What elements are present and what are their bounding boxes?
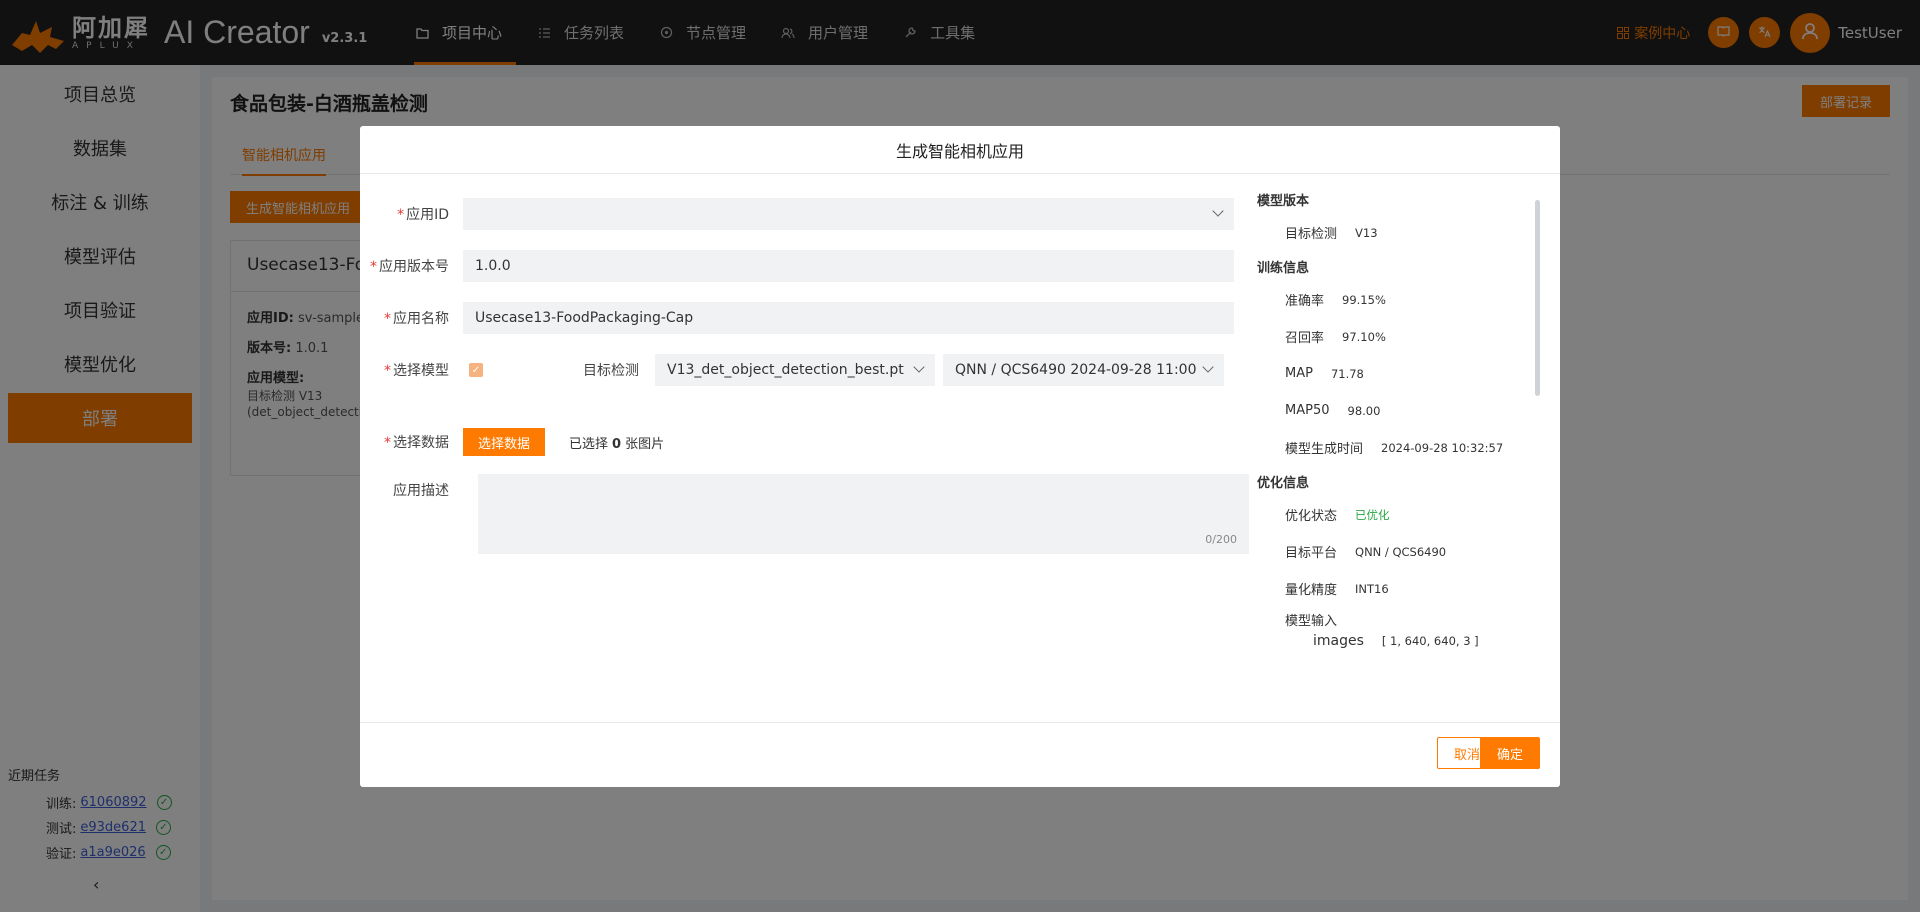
generate-app-dialog: 生成智能相机应用 * 应用ID * 应用版本号 1.0.0 * 应用名称 Usecas… bbox=[360, 126, 1560, 787]
info-row: MAP50 98.00 bbox=[1285, 403, 1381, 418]
selected-count-text: 已选择 0 张图片 bbox=[569, 436, 665, 452]
chevron-down-icon bbox=[913, 361, 925, 373]
chevron-down-icon bbox=[1202, 361, 1214, 373]
description-label: 应用描述 bbox=[393, 483, 449, 499]
app-id-label: * 应用ID bbox=[397, 207, 449, 223]
info-row: 目标平台 QNN / QCS6490 bbox=[1285, 544, 1447, 562]
app-name-label: * 应用名称 bbox=[384, 311, 449, 327]
app-name-input[interactable]: Usecase13-FoodPackaging-Cap bbox=[463, 302, 1234, 334]
info-row: 量化精度 INT16 bbox=[1285, 581, 1389, 599]
app-id-row: * 应用ID bbox=[360, 198, 1234, 230]
optimize-status: 已优化 bbox=[1355, 507, 1390, 522]
select-model-row: * 选择模型 ✓ 目标检测 V13_det_object_detection_be… bbox=[360, 354, 1224, 386]
selected-count: 0 bbox=[612, 436, 622, 452]
info-row: 目标检测 V13 bbox=[1285, 225, 1378, 243]
optimize-info-heading: 优化信息 bbox=[1257, 475, 1310, 491]
dialog-footer: 取消 确定 bbox=[360, 722, 1560, 787]
select-data-label: * 选择数据 bbox=[384, 435, 449, 451]
chevron-down-icon bbox=[1212, 205, 1224, 217]
info-row: MAP 71.78 bbox=[1285, 366, 1364, 381]
info-row: 准确率 99.15% bbox=[1285, 292, 1386, 310]
info-row: 召回率 97.10% bbox=[1285, 329, 1386, 347]
confirm-button[interactable]: 确定 bbox=[1480, 737, 1540, 769]
app-version-input[interactable]: 1.0.0 bbox=[463, 250, 1234, 282]
train-info-heading: 训练信息 bbox=[1257, 260, 1310, 276]
info-row: images[ 1, 640, 640, 3 ] bbox=[1313, 633, 1479, 649]
info-row: 模型生成时间 2024-09-28 10:32:57 bbox=[1285, 440, 1504, 458]
dialog-title: 生成智能相机应用 bbox=[360, 126, 1560, 174]
app-version-row: * 应用版本号 1.0.0 bbox=[360, 250, 1234, 282]
info-row: 优化状态 已优化 bbox=[1285, 507, 1390, 525]
task-type-label: 目标检测 bbox=[583, 363, 639, 379]
description-row: 应用描述 0/200 bbox=[360, 474, 1260, 554]
dialog-body: * 应用ID * 应用版本号 1.0.0 * 应用名称 Usecase13-FoodP… bbox=[360, 174, 1560, 722]
model-version-heading: 模型版本 bbox=[1257, 193, 1310, 209]
model-info-panel: 模型版本 目标检测 V13 训练信息 准确率 99.15% 召回率 97.10% M… bbox=[1257, 184, 1522, 651]
model-file-select[interactable]: V13_det_object_detection_best.pt bbox=[655, 354, 935, 386]
select-data-row: * 选择数据 选择数据 已选择 0 张图片 bbox=[360, 426, 664, 458]
app-name-row: * 应用名称 Usecase13-FoodPackaging-Cap bbox=[360, 302, 1234, 334]
description-textarea[interactable]: 0/200 bbox=[478, 474, 1249, 554]
char-counter: 0/200 bbox=[1205, 533, 1237, 546]
select-model-label: * 选择模型 bbox=[384, 363, 449, 379]
app-version-label: * 应用版本号 bbox=[370, 259, 449, 275]
app-id-select[interactable] bbox=[463, 198, 1234, 230]
platform-select[interactable]: QNN / QCS6490 2024-09-28 11:00 bbox=[943, 354, 1224, 386]
model-checkbox[interactable]: ✓ bbox=[469, 363, 483, 377]
info-row: 模型输入 bbox=[1285, 613, 1338, 629]
scrollbar[interactable] bbox=[1535, 200, 1540, 396]
select-data-button[interactable]: 选择数据 bbox=[463, 428, 546, 456]
